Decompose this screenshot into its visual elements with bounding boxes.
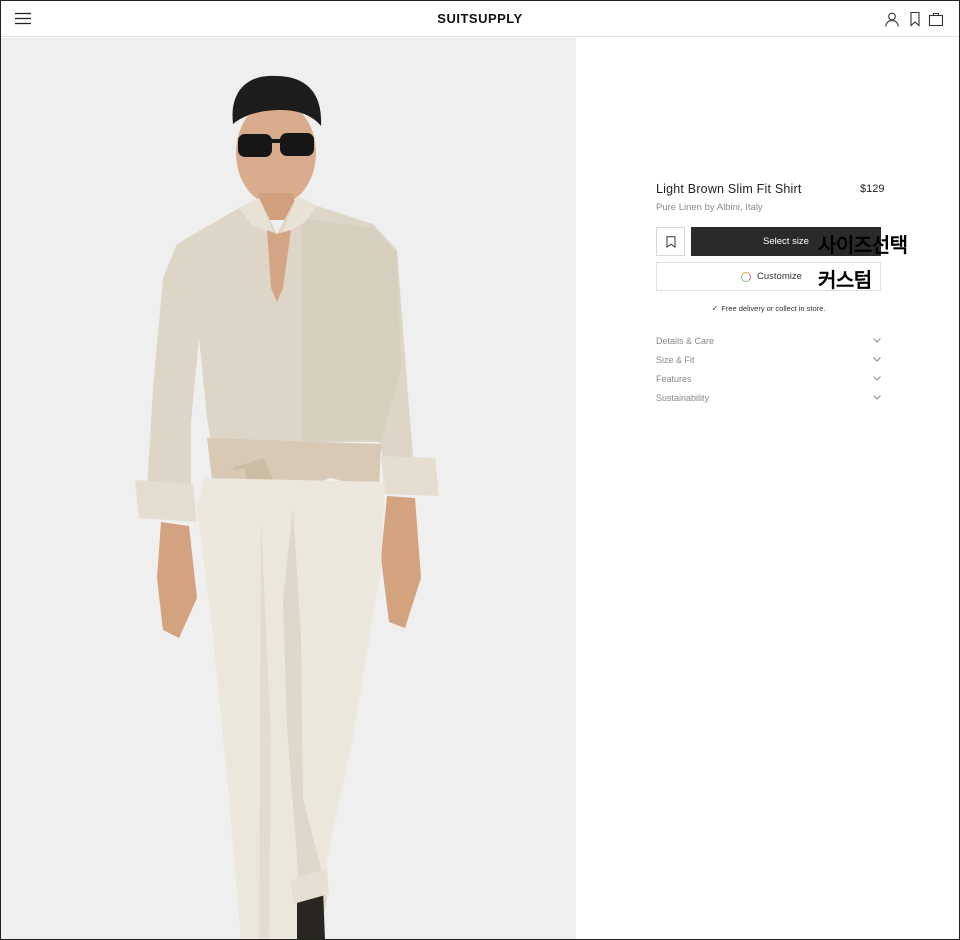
page-frame: SUITSUPPLY Light Brown Slim Fit Shirt $1… — [0, 0, 960, 940]
check-icon: ✓ — [711, 304, 719, 313]
annotation-customize: 커스텀 — [818, 268, 872, 292]
bookmark-icon — [666, 236, 676, 248]
delivery-note: ✓ Free delivery or collect in store. — [656, 304, 881, 313]
customize-label: Customize — [757, 271, 802, 282]
accordion-label: Details & Care — [656, 336, 715, 346]
accordion-label: Features — [656, 374, 692, 384]
chevron-down-icon — [873, 376, 881, 381]
bookmark-icon[interactable] — [907, 11, 923, 27]
product-subtitle: Pure Linen by Albini, Italy — [656, 202, 763, 213]
annotation-select-size: 사이즈선택 — [818, 233, 908, 257]
accordion-size-fit[interactable]: Size & Fit — [656, 355, 881, 371]
accordion-label: Sustainability — [656, 393, 710, 403]
product-price: $129 — [860, 183, 885, 195]
customize-ring-icon — [741, 272, 751, 282]
site-header: SUITSUPPLY — [1, 1, 959, 37]
bag-icon[interactable] — [928, 11, 944, 27]
product-image[interactable] — [1, 38, 576, 939]
wishlist-button[interactable] — [656, 227, 685, 256]
chevron-down-icon — [873, 395, 881, 400]
accordion-features[interactable]: Features — [656, 374, 881, 390]
account-icon[interactable] — [884, 11, 900, 27]
product-details-panel: Light Brown Slim Fit Shirt $129 Pure Lin… — [576, 38, 959, 939]
brand-logo[interactable]: SUITSUPPLY — [1, 11, 959, 26]
chevron-down-icon — [873, 357, 881, 362]
product-title: Light Brown Slim Fit Shirt — [656, 182, 802, 196]
accordion-label: Size & Fit — [656, 355, 695, 365]
accordion-sustainability[interactable]: Sustainability — [656, 393, 881, 409]
chevron-down-icon — [873, 338, 881, 343]
delivery-note-text: Free delivery or collect in store. — [721, 304, 826, 313]
accordion-details-care[interactable]: Details & Care — [656, 336, 881, 352]
